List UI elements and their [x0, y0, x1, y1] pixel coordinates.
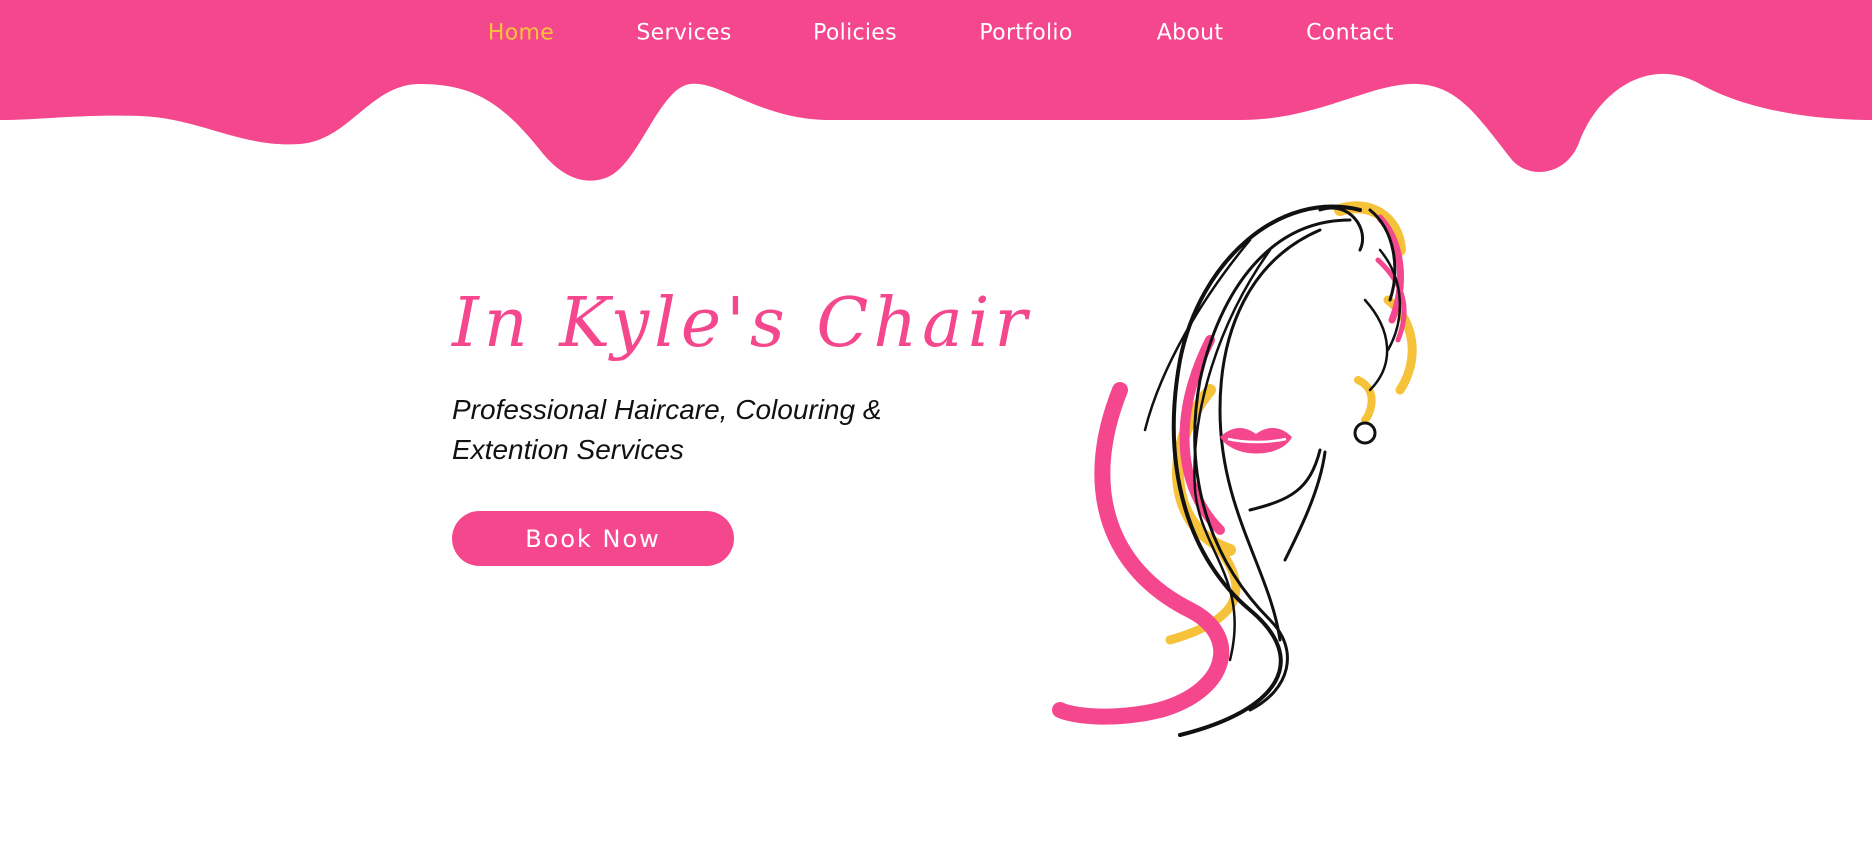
- hero-tagline: Professional Haircare, Colouring & Exten…: [452, 394, 882, 465]
- nav-about-link[interactable]: About: [1157, 21, 1224, 46]
- nav-services-link[interactable]: Services: [636, 21, 731, 46]
- nav-home-link[interactable]: Home: [488, 21, 554, 46]
- main-nav: Home Services Policies Portfolio About C…: [0, 0, 1872, 68]
- brand-title: In Kyle's Chair: [452, 284, 1032, 363]
- nav-contact-link[interactable]: Contact: [1306, 21, 1394, 46]
- nav-portfolio-link[interactable]: Portfolio: [979, 21, 1072, 46]
- book-now-button[interactable]: Book Now: [452, 511, 734, 566]
- woman-face-hair-illustration: [1052, 201, 1417, 737]
- nav-policies-link[interactable]: Policies: [813, 21, 897, 46]
